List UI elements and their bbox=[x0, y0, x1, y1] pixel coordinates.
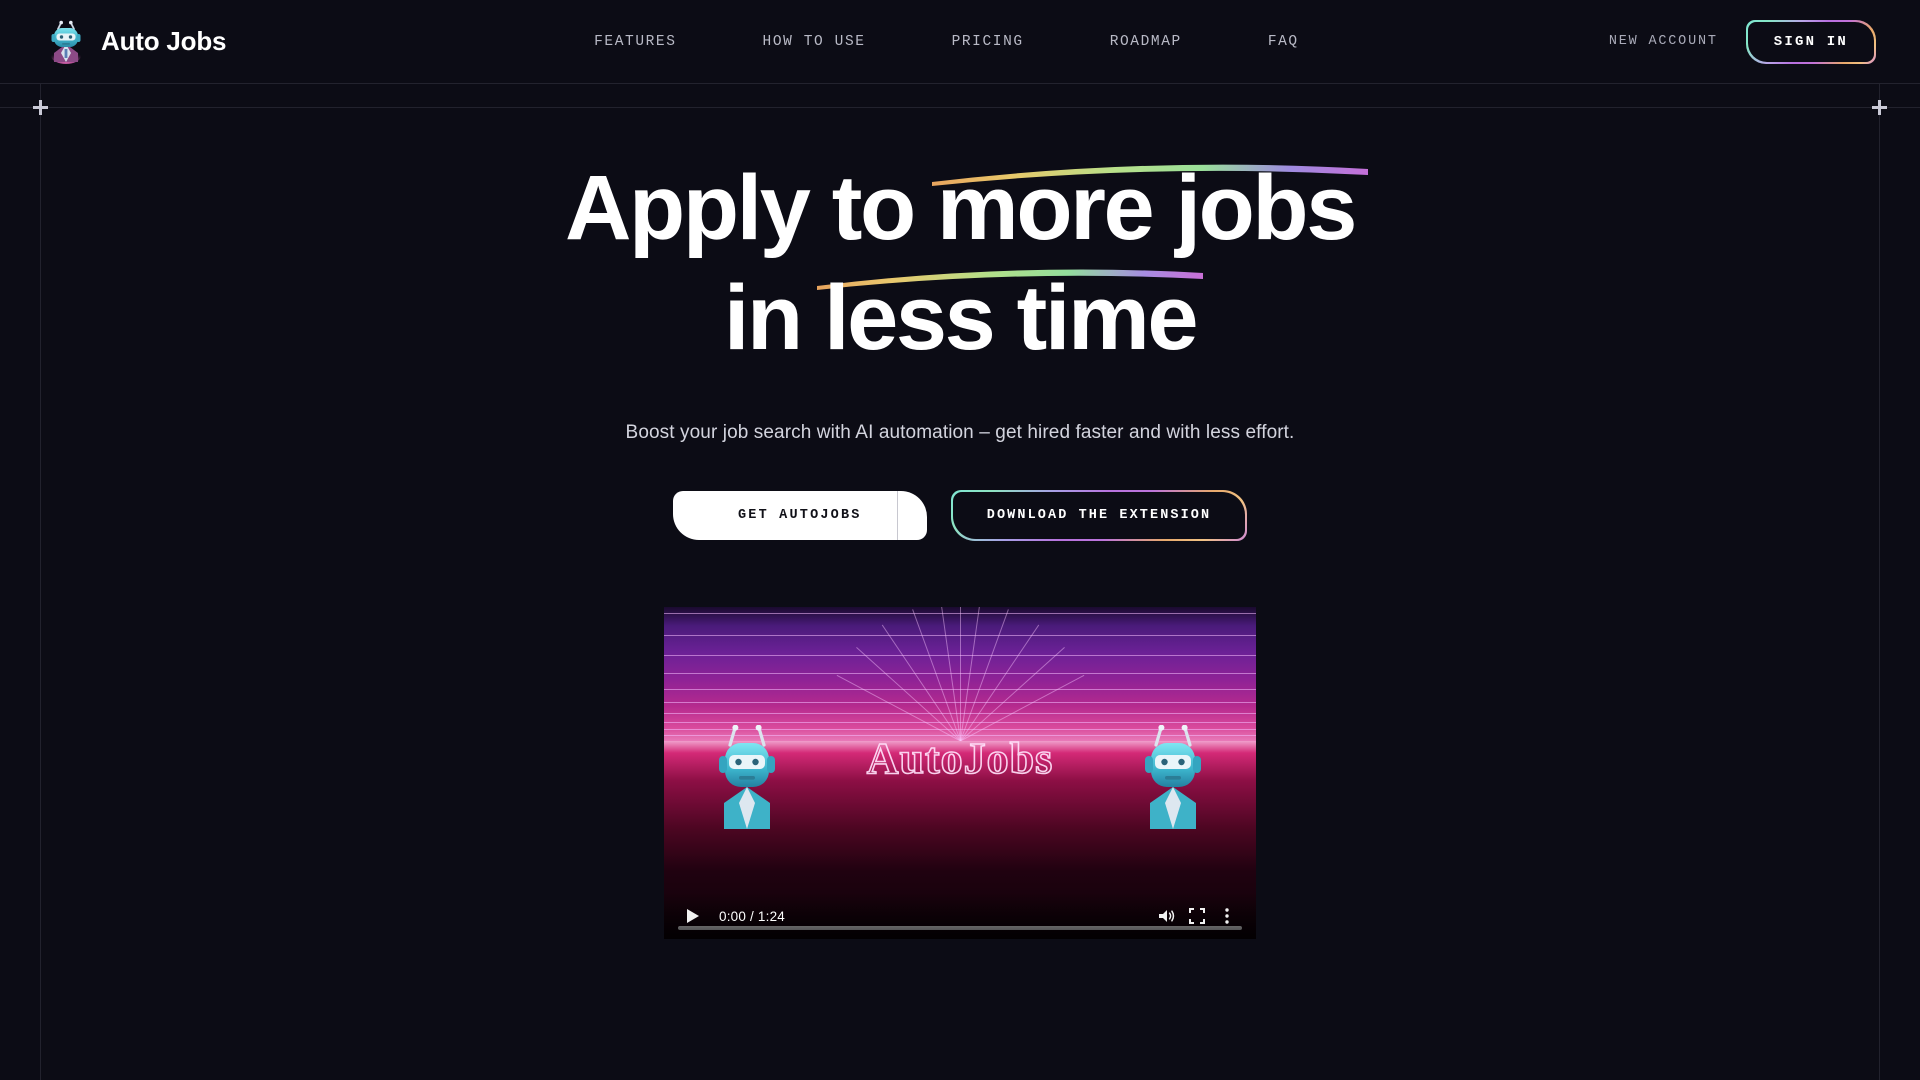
site-header: Auto Jobs FEATURES HOW TO USE PRICING RO… bbox=[0, 0, 1920, 84]
nav-item-features[interactable]: FEATURES bbox=[594, 24, 676, 60]
hero-section: Apply to more jobs in less time Boost yo… bbox=[0, 84, 1920, 939]
nav-item-roadmap[interactable]: ROADMAP bbox=[1110, 24, 1182, 60]
video-control-bar: 0:00 / 1:24 bbox=[664, 893, 1256, 939]
more-options-icon[interactable] bbox=[1212, 901, 1242, 931]
play-icon[interactable] bbox=[678, 901, 708, 931]
main-navigation: FEATURES HOW TO USE PRICING ROADMAP FAQ bbox=[284, 24, 1609, 60]
video-time-display: 0:00 / 1:24 bbox=[719, 908, 786, 924]
download-extension-button[interactable]: DOWNLOAD THE EXTENSION bbox=[950, 490, 1248, 541]
video-title-text: AutoJobs bbox=[866, 733, 1054, 784]
nav-item-pricing[interactable]: PRICING bbox=[952, 24, 1024, 60]
headline-line-1: Apply to more jobs bbox=[0, 157, 1920, 268]
brand-name: Auto Jobs bbox=[101, 26, 227, 56]
download-extension-label: DOWNLOAD THE EXTENSION bbox=[952, 492, 1246, 539]
robot-avatar-icon bbox=[44, 19, 88, 65]
page-title: Apply to more jobs in less time bbox=[0, 157, 1920, 378]
new-account-link[interactable]: NEW ACCOUNT bbox=[1609, 34, 1718, 49]
fullscreen-icon[interactable] bbox=[1182, 901, 1212, 931]
sign-in-label: SIGN IN bbox=[1747, 21, 1874, 62]
brand-logo-link[interactable]: Auto Jobs bbox=[44, 19, 324, 65]
video-sky-background bbox=[664, 607, 1256, 741]
headline-line-2-text: in less time bbox=[723, 267, 1199, 369]
promo-video-player[interactable]: AutoJobs 0:00 / 1:24 bbox=[664, 607, 1256, 939]
sign-in-button[interactable]: SIGN IN bbox=[1745, 19, 1876, 64]
hero-subtitle: Boost your job search with AI automation… bbox=[625, 422, 1295, 443]
volume-icon[interactable] bbox=[1152, 901, 1182, 931]
header-actions: NEW ACCOUNT SIGN IN bbox=[1609, 19, 1876, 64]
nav-item-how-to-use[interactable]: HOW TO USE bbox=[763, 24, 866, 60]
headline-line-1-text: Apply to more jobs bbox=[565, 157, 1357, 259]
cta-button-row: GET AUTOJOBS DOWNLOAD THE EXTENSION bbox=[0, 490, 1920, 541]
nav-item-faq[interactable]: FAQ bbox=[1268, 24, 1299, 60]
get-autojobs-button[interactable]: GET AUTOJOBS bbox=[672, 491, 927, 540]
headline-line-2: in less time bbox=[0, 267, 1920, 378]
